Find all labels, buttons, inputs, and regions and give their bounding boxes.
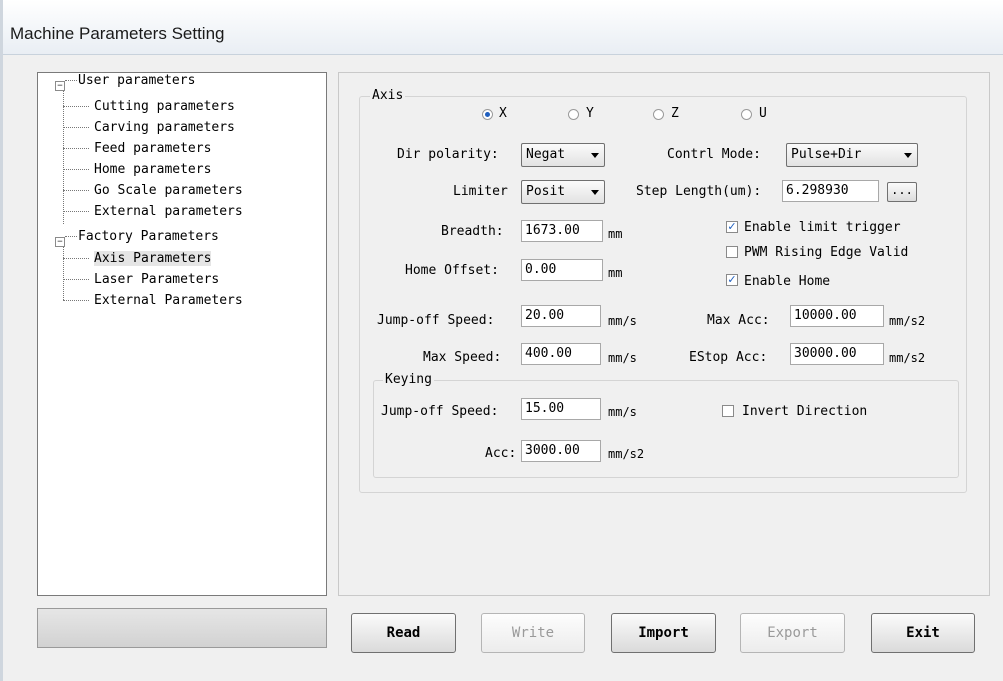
dir-polarity-value: Negat [526, 147, 566, 162]
pwm-rising-edge-checkbox[interactable] [726, 246, 738, 258]
home-offset-label: Home Offset: [405, 263, 499, 278]
write-button[interactable]: Write [481, 613, 585, 653]
title-bar: Machine Parameters Setting [0, 0, 1003, 55]
dir-polarity-label: Dir polarity: [397, 147, 499, 162]
limiter-value: Posit [526, 184, 566, 199]
radio-y[interactable] [568, 109, 579, 120]
chevron-down-icon [591, 153, 599, 158]
import-button[interactable]: Import [611, 613, 716, 653]
tree-line [63, 258, 89, 259]
read-button[interactable]: Read [351, 613, 456, 653]
tree-item-feed-parameters[interactable]: Feed parameters [94, 141, 211, 156]
tree-item-external-parameters-user[interactable]: External parameters [94, 204, 243, 219]
contrl-mode-label: Contrl Mode: [667, 147, 761, 162]
tree-item-laser-parameters[interactable]: Laser Parameters [94, 272, 219, 287]
max-speed-label: Max Speed: [423, 350, 502, 365]
step-length-input[interactable]: 6.298930 [782, 180, 879, 202]
breadth-input[interactable]: 1673.00 [521, 220, 603, 242]
tree-line [63, 106, 89, 107]
radio-x-label: X [499, 106, 507, 121]
progress-bar [37, 608, 327, 648]
tree-line [63, 244, 64, 300]
chevron-down-icon [904, 153, 912, 158]
radio-y-label: Y [586, 106, 594, 121]
step-length-label: Step Length(um): [636, 184, 762, 199]
invert-direction-label: Invert Direction [742, 404, 868, 419]
keying-jump-off-speed-input[interactable]: 15.00 [521, 398, 601, 420]
limiter-select[interactable]: Posit [521, 180, 605, 204]
max-acc-input[interactable]: 10000.00 [790, 305, 884, 327]
tree-item-user-parameters[interactable]: User parameters [78, 73, 195, 88]
tree-line [65, 236, 77, 237]
tree-line [63, 190, 89, 191]
tree-item-go-scale-parameters[interactable]: Go Scale parameters [94, 183, 243, 198]
estop-acc-label: EStop Acc: [689, 350, 768, 365]
pwm-rising-edge-label: PWM Rising Edge Valid [744, 245, 909, 260]
jump-off-speed-unit: mm/s [608, 314, 637, 328]
jump-off-speed-input[interactable]: 20.00 [521, 305, 601, 327]
tree-item-home-parameters[interactable]: Home parameters [94, 162, 211, 177]
tree-line [63, 169, 89, 170]
radio-x[interactable] [482, 109, 493, 120]
keying-jump-off-speed-label: Jump-off Speed: [381, 404, 499, 419]
max-acc-unit: mm/s2 [889, 314, 926, 328]
exit-button[interactable]: Exit [871, 613, 975, 653]
contrl-mode-value: Pulse+Dir [791, 147, 862, 162]
keying-acc-input[interactable]: 3000.00 [521, 440, 601, 462]
tree-line [65, 80, 77, 81]
breadth-label: Breadth: [441, 224, 504, 239]
home-offset-input[interactable]: 0.00 [521, 259, 603, 281]
window-border [0, 0, 3, 681]
keying-acc-label: Acc: [485, 446, 517, 461]
jump-off-speed-label: Jump-off Speed: [377, 313, 495, 328]
max-speed-input[interactable]: 400.00 [521, 343, 601, 365]
keying-acc-unit: mm/s2 [608, 447, 645, 461]
window-title: Machine Parameters Setting [10, 24, 225, 43]
tree-line [63, 88, 64, 224]
dir-polarity-select[interactable]: Negat [521, 143, 605, 167]
tree-item-axis-parameters[interactable]: Axis Parameters [94, 251, 212, 266]
tree-line [63, 127, 89, 128]
enable-home-label: Enable Home [744, 274, 831, 289]
tree-item-carving-parameters[interactable]: Carving parameters [94, 120, 235, 135]
enable-limit-trigger-label: Enable limit trigger [744, 220, 901, 235]
tree-line [63, 211, 89, 212]
invert-direction-checkbox[interactable] [722, 405, 734, 417]
estop-acc-input[interactable]: 30000.00 [790, 343, 884, 365]
contrl-mode-select[interactable]: Pulse+Dir [786, 143, 918, 167]
limiter-label: Limiter [453, 184, 508, 199]
keying-groupbox [373, 380, 959, 478]
radio-u-label: U [759, 106, 767, 121]
radio-u[interactable] [741, 109, 752, 120]
axis-group-label: Axis [370, 88, 406, 103]
breadth-unit: mm [608, 227, 623, 241]
radio-z-label: Z [671, 106, 679, 121]
tree-line [63, 279, 89, 280]
estop-acc-unit: mm/s2 [889, 351, 926, 365]
chevron-down-icon [591, 190, 599, 195]
tree-item-cutting-parameters[interactable]: Cutting parameters [94, 99, 235, 114]
enable-home-checkbox[interactable]: ✓ [726, 274, 738, 286]
tree-line [63, 300, 89, 301]
tree-item-external-parameters-factory[interactable]: External Parameters [94, 293, 243, 308]
collapse-icon[interactable]: − [55, 237, 65, 247]
max-speed-unit: mm/s [608, 351, 637, 365]
tree-item-factory-parameters[interactable]: Factory Parameters [78, 229, 219, 244]
collapse-icon[interactable]: − [55, 81, 65, 91]
keying-group-label: Keying [383, 372, 434, 387]
parameter-tree[interactable]: − User parameters Cutting parameters Car… [37, 72, 327, 596]
keying-jump-off-speed-unit: mm/s [608, 405, 637, 419]
radio-z[interactable] [653, 109, 664, 120]
max-acc-label: Max Acc: [707, 313, 770, 328]
tree-line [63, 148, 89, 149]
enable-limit-trigger-checkbox[interactable]: ✓ [726, 221, 738, 233]
step-length-browse-button[interactable]: ... [887, 182, 917, 202]
home-offset-unit: mm [608, 266, 623, 280]
export-button[interactable]: Export [740, 613, 845, 653]
